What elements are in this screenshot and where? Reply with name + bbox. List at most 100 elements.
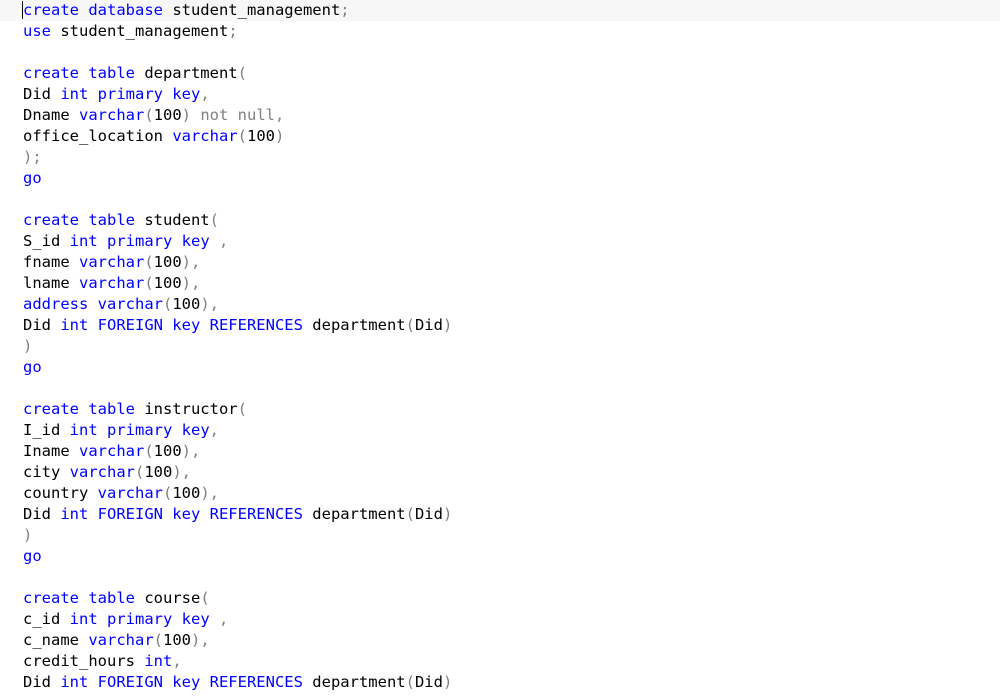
identifier-token: Dname (23, 106, 79, 124)
keyword-token: int primary key (69, 421, 210, 439)
identifier-token: student (134, 211, 210, 229)
punctuation-token: ; (340, 1, 350, 19)
keyword-token: varchar (88, 631, 154, 649)
code-line[interactable]: S_id int primary key , (23, 231, 228, 252)
punctuation-token: ( (162, 295, 173, 313)
code-line[interactable]: ) (23, 336, 32, 357)
punctuation-token: ( (237, 64, 247, 82)
keyword-token: int (144, 652, 173, 670)
punctuation-token: ), (172, 463, 192, 481)
identifier-token: Did (23, 673, 61, 691)
identifier-token: department (302, 316, 406, 334)
code-line[interactable]: office_location varchar(100) (23, 126, 284, 147)
keyword-token: go (23, 169, 42, 187)
punctuation-token: ( (162, 484, 173, 502)
code-line[interactable]: create table course( (23, 588, 210, 609)
punctuation-token: ), (200, 484, 219, 502)
punctuation-token: ( (405, 316, 415, 334)
code-line[interactable]: city varchar(100), (23, 462, 191, 483)
code-line[interactable]: credit_hours int, (23, 651, 182, 672)
identifier-token: 100 (172, 484, 201, 502)
punctuation-token: ) (274, 127, 285, 145)
code-line[interactable]: Did int primary key, (23, 84, 210, 105)
punctuation-token: ); (23, 148, 42, 166)
code-line[interactable]: fname varchar(100), (23, 252, 200, 273)
punctuation-token: ), (191, 631, 210, 649)
keyword-token: varchar (97, 484, 163, 502)
code-line[interactable]: country varchar(100), (23, 483, 219, 504)
keyword-token: go (23, 358, 42, 376)
keyword-token: go (23, 547, 42, 565)
code-line[interactable]: create database student_management; (0, 0, 1000, 21)
keyword-token: int primary key (69, 232, 210, 250)
code-line[interactable]: I_id int primary key, (23, 420, 219, 441)
identifier-token: student_management (162, 1, 341, 19)
identifier-token: department (134, 64, 238, 82)
keyword-token: create database (23, 1, 163, 19)
identifier-token: c_id (23, 610, 70, 628)
punctuation-token: ) (442, 673, 453, 691)
code-line[interactable]: lname varchar(100), (23, 273, 200, 294)
punctuation-token: ( (237, 400, 247, 418)
punctuation-token: ( (144, 106, 154, 124)
punctuation-token: ( (209, 211, 219, 229)
keyword-token: int FOREIGN key REFERENCES (60, 673, 303, 691)
code-line[interactable]: Did int FOREIGN key REFERENCES departmen… (23, 504, 452, 525)
code-line[interactable]: go (23, 357, 42, 378)
code-line[interactable]: Did int FOREIGN key REFERENCES departmen… (23, 672, 452, 693)
code-line[interactable]: create table student( (23, 210, 219, 231)
punctuation-token: ( (237, 127, 247, 145)
identifier-token: office_location (23, 127, 173, 145)
identifier-token: country (23, 484, 98, 502)
keyword-token: int primary key (69, 610, 210, 628)
code-line[interactable]: Dname varchar(100) not null, (23, 105, 284, 126)
identifier-token: course (134, 589, 201, 607)
keyword-token: create table (23, 64, 135, 82)
punctuation-token: ( (144, 253, 154, 271)
keyword-token: use (23, 22, 51, 40)
identifier-token: 100 (153, 274, 182, 292)
punctuation-token: , (209, 421, 219, 439)
identifier-token: 100 (144, 463, 173, 481)
punctuation-token: ), (181, 253, 201, 271)
identifier-token: c_name (23, 631, 89, 649)
code-line[interactable]: c_name varchar(100), (23, 630, 210, 651)
punctuation-token: , (209, 610, 229, 628)
identifier-token: 100 (172, 295, 201, 313)
identifier-token: 100 (163, 631, 191, 649)
keyword-token: int FOREIGN key REFERENCES (60, 316, 303, 334)
code-line[interactable]: Iname varchar(100), (23, 441, 200, 462)
punctuation-token: ) (23, 337, 33, 355)
identifier-token: department (302, 505, 406, 523)
sql-code-editor[interactable]: create database student_management; use s… (0, 0, 1000, 698)
punctuation-token: ( (135, 463, 145, 481)
keyword-token: varchar (79, 106, 145, 124)
code-line[interactable]: Did int FOREIGN key REFERENCES departmen… (23, 315, 452, 336)
keyword-token: varchar (172, 127, 238, 145)
code-line[interactable]: go (23, 168, 42, 189)
identifier-token: Did (23, 505, 61, 523)
identifier-token: lname (23, 274, 79, 292)
code-line[interactable]: create table instructor( (23, 399, 247, 420)
code-line[interactable]: address varchar(100), (23, 294, 219, 315)
code-line[interactable]: c_id int primary key , (23, 609, 228, 630)
keyword-token: varchar (69, 463, 135, 481)
identifier-token: I_id (23, 421, 70, 439)
code-line[interactable]: create table department( (23, 63, 247, 84)
punctuation-token: ( (144, 442, 154, 460)
identifier-token: 100 (246, 127, 275, 145)
punctuation-token: , (172, 652, 182, 670)
code-line[interactable]: ); (23, 147, 42, 168)
code-line[interactable]: use student_management; (23, 21, 238, 42)
punctuation-token: ), (181, 442, 201, 460)
punctuation-token: , (209, 232, 229, 250)
keyword-token: int primary key (60, 85, 201, 103)
punctuation-token: ) (23, 526, 33, 544)
code-line[interactable]: ) (23, 525, 32, 546)
code-line[interactable]: go (23, 546, 42, 567)
punctuation-token: ( (144, 274, 154, 292)
identifier-token: S_id (23, 232, 70, 250)
punctuation-token: ) (442, 505, 453, 523)
punctuation-token: ), (181, 274, 201, 292)
punctuation-token: ) not null, (181, 106, 285, 124)
